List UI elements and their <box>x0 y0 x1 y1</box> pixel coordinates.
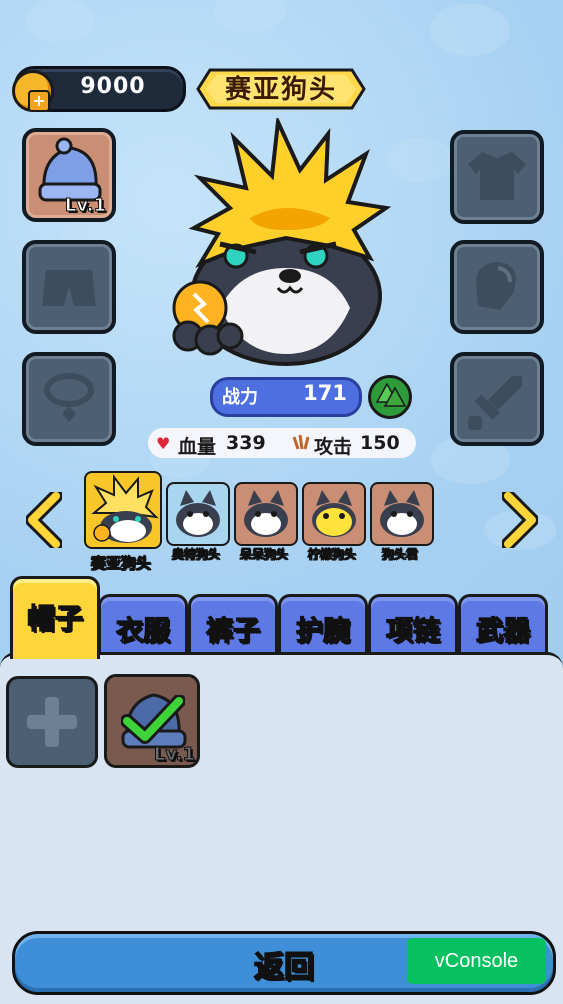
character-title: 赛亚狗头 <box>224 75 337 105</box>
tab-label: 裤子 <box>205 615 260 647</box>
vconsole-button[interactable]: vConsole <box>407 938 546 984</box>
power-value: 171 <box>303 381 347 405</box>
attack-value: 150 <box>360 432 400 454</box>
saiya-dog-avatar-icon <box>91 474 159 543</box>
add-currency-button[interactable]: + <box>28 90 50 112</box>
power-label: 战力 <box>222 387 258 408</box>
character-name: 呆呆狗头 <box>239 547 289 562</box>
tree-icon[interactable] <box>368 375 412 419</box>
dog-avatar-icon <box>244 490 288 537</box>
next-character-arrow-icon[interactable] <box>502 492 538 548</box>
slot-level: Lv.1 <box>64 195 106 217</box>
character-card-ultra[interactable] <box>166 482 230 546</box>
lemon-dog-avatar-icon <box>312 490 356 537</box>
tab-label: 项链 <box>385 615 440 647</box>
tab-label: 护腕 <box>295 615 350 647</box>
claw-icon <box>292 434 310 450</box>
prev-character-arrow-icon[interactable] <box>26 492 62 548</box>
tab-pants[interactable]: 裤子 <box>188 594 278 657</box>
currency-value: 9000 <box>80 74 146 99</box>
character-name: 奥特狗头 <box>171 547 221 562</box>
character-card-goutoujun[interactable] <box>370 482 434 546</box>
slot-bracer[interactable] <box>450 240 544 334</box>
shorts-icon <box>42 270 96 306</box>
attack-label: 攻击 <box>314 436 353 458</box>
tab-weapon[interactable]: 武器 <box>458 594 548 657</box>
character-card-lemon[interactable] <box>302 482 366 546</box>
inventory-empty-slot[interactable] <box>6 676 98 768</box>
tree-shape-icon <box>375 382 407 407</box>
tab-label: 武器 <box>475 615 530 647</box>
character-name: 狗头君 <box>381 547 419 562</box>
slot-weapon[interactable] <box>450 352 544 446</box>
dog-avatar-icon <box>380 490 424 537</box>
tab-label: 衣服 <box>115 615 170 647</box>
tab-hat[interactable]: 帽子 <box>10 576 100 659</box>
shirt-icon <box>468 152 526 200</box>
slot-pants[interactable] <box>22 240 116 334</box>
slot-necklace[interactable] <box>22 352 116 446</box>
tab-label: 帽子 <box>26 601 83 635</box>
sword-icon <box>468 376 522 430</box>
saiya-dog-character <box>172 118 392 366</box>
tab-clothes[interactable]: 衣服 <box>98 594 188 657</box>
heart-icon: ♥ <box>156 434 171 453</box>
glove-icon <box>476 262 516 310</box>
tab-necklace[interactable]: 项链 <box>368 594 458 657</box>
character-name: 赛亚狗头 <box>90 554 152 573</box>
necklace-icon <box>44 373 94 422</box>
slot-clothes[interactable] <box>450 130 544 224</box>
slot-hat[interactable]: Lv.1 <box>22 128 116 222</box>
item-level: Lv.1 <box>153 744 195 766</box>
checkmark-icon <box>121 695 185 744</box>
dog-avatar-icon <box>176 490 220 537</box>
plus-icon <box>27 697 77 747</box>
tab-bracer[interactable]: 护腕 <box>278 594 368 657</box>
character-name: 柠檬狗头 <box>307 547 357 562</box>
character-card-daidai[interactable] <box>234 482 298 546</box>
character-card-saiya[interactable] <box>84 471 162 549</box>
hp-value: 339 <box>226 432 266 454</box>
hp-label: 血量 <box>178 436 217 458</box>
inventory-item-hat[interactable]: Lv.1 <box>104 674 200 768</box>
